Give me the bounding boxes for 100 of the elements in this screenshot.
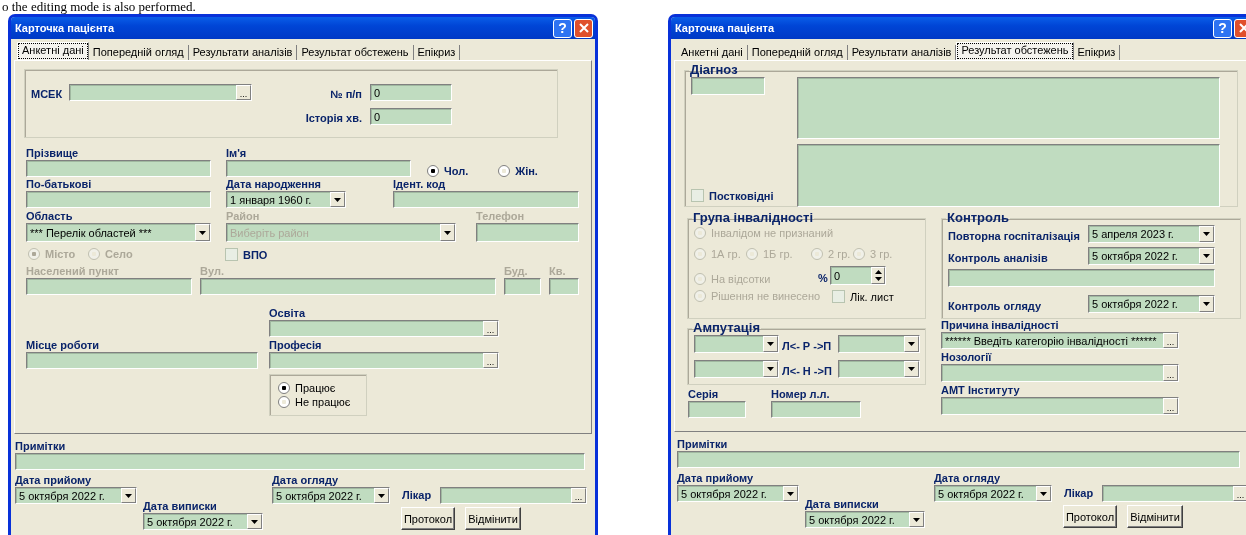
input-field[interactable] [26, 278, 192, 295]
input-field[interactable] [200, 278, 496, 295]
dropdown-button[interactable] [121, 488, 136, 503]
field-label: Дата прийому [15, 474, 93, 487]
dropdown-button[interactable] [1199, 226, 1214, 242]
dropdown-button[interactable] [1199, 248, 1214, 264]
radio-button[interactable] [278, 382, 290, 394]
radio-label: 2 гр. [828, 248, 851, 260]
dropdown[interactable]: 5 октября 2022 г. [677, 485, 799, 502]
dropdown-button[interactable] [783, 486, 798, 501]
input-field[interactable] [476, 223, 579, 242]
tab[interactable]: Анкетні дані [17, 42, 89, 60]
browse-button[interactable]: ... [483, 321, 498, 336]
dropdown-button[interactable] [195, 224, 210, 241]
input-field[interactable] [948, 269, 1215, 287]
dropdown[interactable]: 5 апреля 2023 г. [1088, 225, 1215, 243]
dropdown[interactable] [694, 360, 779, 378]
dialog-button[interactable]: Протокол [401, 507, 455, 530]
dialog-button[interactable]: Відмінити [1127, 505, 1183, 528]
dropdown[interactable]: 5 октября 2022 г. [805, 511, 925, 528]
input-field[interactable]: ... [1102, 485, 1246, 502]
browse-button[interactable]: ... [1233, 486, 1246, 501]
tab[interactable]: Епікриз [413, 45, 461, 60]
input-field[interactable]: ****** Введіть категорію інвалідності ****** ... [941, 332, 1179, 349]
dropdown-button[interactable] [330, 192, 345, 207]
input-field[interactable] [26, 160, 211, 177]
dropdown[interactable]: 5 октября 2022 г. [934, 485, 1052, 502]
radio-button[interactable] [427, 165, 439, 177]
input-field[interactable]: ... [941, 364, 1179, 382]
input-field[interactable]: ... [69, 84, 252, 101]
input-field[interactable] [771, 401, 861, 418]
tab[interactable]: Попередній огляд [747, 45, 848, 60]
input-field[interactable] [393, 191, 579, 208]
dropdown-button[interactable] [440, 224, 455, 241]
input-field[interactable]: ... [440, 487, 587, 504]
input-field[interactable] [15, 453, 585, 470]
help-button[interactable]: ? [553, 18, 572, 38]
input-field[interactable] [677, 451, 1240, 468]
field-label: Ім'я [226, 147, 248, 160]
input-field[interactable]: ... [941, 397, 1179, 415]
help-button[interactable]: ? [1213, 18, 1232, 38]
tab[interactable]: Результат обстежень [956, 42, 1074, 60]
tab[interactable]: Результат обстежень [297, 45, 414, 60]
radio-button[interactable] [694, 227, 706, 239]
dropdown[interactable] [838, 335, 920, 353]
radio-button[interactable] [694, 273, 706, 285]
radio-button[interactable] [746, 248, 758, 260]
dropdown-button[interactable] [1036, 486, 1051, 501]
input-field[interactable] [504, 278, 541, 295]
dropdown[interactable]: *** Перелік областей *** [26, 223, 211, 242]
spin-buttons[interactable] [871, 267, 885, 284]
dropdown-button[interactable] [247, 514, 262, 529]
browse-button[interactable]: ... [1163, 398, 1178, 414]
dropdown[interactable] [694, 335, 779, 353]
radio-button[interactable] [811, 248, 823, 260]
dropdown[interactable]: 5 октября 2022 г. [272, 487, 390, 504]
browse-button[interactable]: ... [483, 353, 498, 368]
checkbox[interactable] [832, 290, 845, 303]
dropdown-button[interactable] [904, 336, 919, 352]
input-field[interactable]: 0 [370, 108, 452, 125]
radio-button[interactable] [498, 165, 511, 177]
radio-button[interactable] [694, 248, 706, 260]
input-field[interactable] [226, 160, 411, 177]
dialog-button[interactable]: Відмінити [465, 507, 521, 530]
input-field[interactable] [26, 191, 211, 208]
input-field[interactable]: 0 [370, 84, 452, 101]
tab[interactable]: Результати аналізів [188, 45, 298, 60]
input-field[interactable] [688, 401, 746, 418]
input-field[interactable] [26, 352, 258, 369]
dropdown-button[interactable] [904, 361, 919, 377]
input-field[interactable]: ... [269, 320, 499, 337]
browse-button[interactable]: ... [236, 85, 251, 100]
dropdown[interactable] [838, 360, 920, 378]
tab[interactable]: Анкетні дані [677, 45, 748, 60]
dropdown-button[interactable] [1199, 296, 1214, 312]
radio-button[interactable] [278, 396, 290, 408]
dropdown[interactable]: 1 января 1960 г. [226, 191, 346, 208]
dropdown-button[interactable] [763, 336, 778, 352]
input-field[interactable] [691, 77, 765, 95]
dropdown[interactable]: 5 октября 2022 г. [1088, 295, 1215, 313]
checkbox[interactable] [225, 248, 238, 261]
tab[interactable]: Епікриз [1073, 45, 1121, 60]
tab[interactable]: Попередній огляд [88, 45, 189, 60]
close-button[interactable] [574, 18, 593, 38]
dialog-button[interactable]: Протокол [1063, 505, 1117, 528]
dropdown[interactable]: 5 октября 2022 г. [1088, 247, 1215, 265]
radio-button[interactable] [694, 290, 706, 302]
input-field[interactable] [549, 278, 579, 295]
input-field[interactable]: ... [269, 352, 499, 369]
dropdown-button[interactable] [763, 361, 778, 377]
checkbox[interactable] [691, 189, 704, 202]
radio-button[interactable] [853, 248, 865, 260]
spin-field[interactable]: 0 [830, 266, 886, 285]
browse-button[interactable]: ... [1163, 333, 1178, 348]
dropdown-button[interactable] [374, 488, 389, 503]
dropdown[interactable]: 5 октября 2022 г. [15, 487, 137, 504]
browse-button[interactable]: ... [1163, 365, 1178, 381]
browse-button[interactable]: ... [571, 488, 586, 503]
dropdown-button[interactable] [909, 512, 924, 527]
dropdown[interactable]: 5 октября 2022 г. [143, 513, 263, 530]
